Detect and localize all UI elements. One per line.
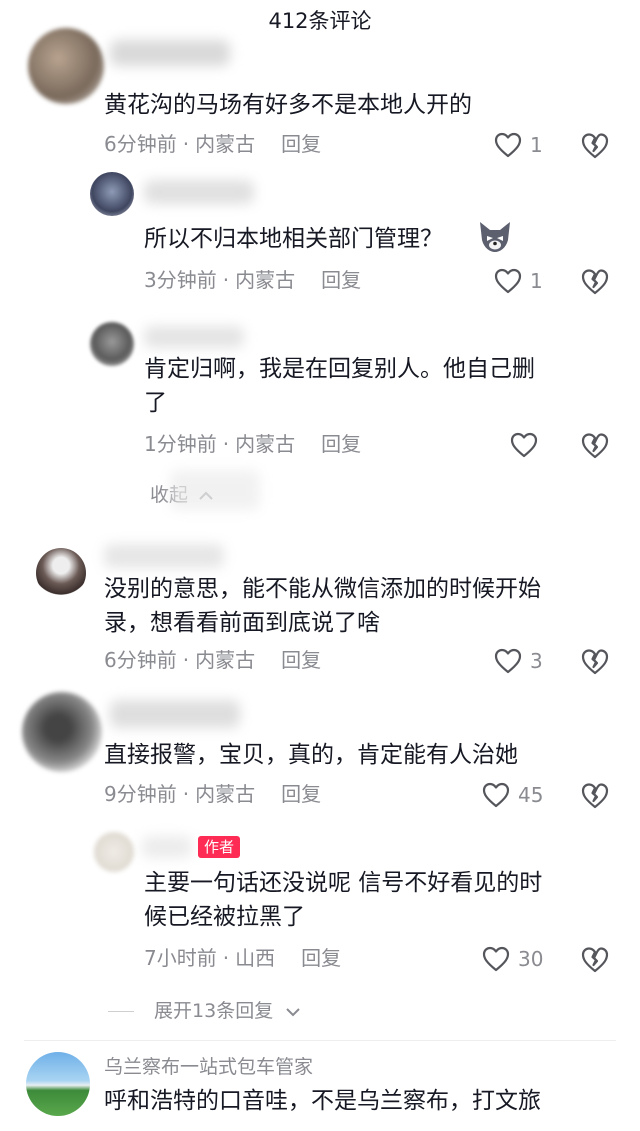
comment-time: 7小时前 [144, 946, 217, 970]
wolf-emoji-icon [476, 218, 514, 254]
avatar[interactable] [26, 1052, 90, 1116]
author-badge: 作者 [198, 836, 241, 858]
reply-button[interactable]: 回复 [281, 782, 321, 806]
comment-text-content: 所以不归本地相关部门管理？ [144, 226, 443, 252]
comment-meta: 1分钟前 · 内蒙古 回复 [144, 430, 361, 458]
comment-time: 1分钟前 [144, 432, 217, 456]
like-count: 1 [530, 269, 543, 293]
comment-location: 内蒙古 [195, 132, 256, 156]
meta-separator: · [222, 432, 230, 456]
section-divider [24, 1040, 616, 1041]
like-button[interactable]: 1 [494, 130, 543, 160]
heart-outline-icon [494, 132, 522, 158]
avatar[interactable] [90, 322, 134, 366]
comment-text[interactable]: 所以不归本地相关部门管理？ [144, 222, 443, 256]
comment-text[interactable]: 呼和浩特的口音哇，不是乌兰察布，打文旅 [104, 1084, 541, 1118]
broken-heart-icon[interactable] [580, 944, 610, 974]
broken-heart-icon[interactable] [580, 430, 610, 460]
comment-time: 3分钟前 [144, 268, 217, 292]
broken-heart-icon[interactable] [580, 266, 610, 296]
reply-button[interactable]: 回复 [321, 268, 361, 292]
username[interactable]: 乌兰察布一站式包车管家 [104, 1054, 313, 1080]
avatar[interactable] [94, 832, 134, 872]
comment-location: 山西 [235, 946, 276, 970]
author-badge-wrap: 作者 [192, 836, 241, 858]
like-button[interactable] [510, 430, 546, 460]
reply-button[interactable]: 回复 [281, 648, 321, 672]
comment-text[interactable]: 主要一句话还没说呢 信号不好看见的时 候已经被拉黑了 [144, 866, 542, 934]
like-button[interactable]: 30 [482, 944, 543, 974]
heart-outline-icon [482, 946, 510, 972]
comment-meta: 6分钟前 · 内蒙古 回复 [104, 646, 321, 674]
comment-text-line: 录，想看看前面到底说了啥 [104, 610, 380, 636]
chevron-down-icon [286, 1007, 300, 1016]
comment-text[interactable]: 直接报警，宝贝，真的，肯定能有人治她 [104, 738, 518, 772]
username-blurred[interactable] [110, 40, 230, 66]
comment-text-line: 候已经被拉黑了 [144, 904, 305, 930]
avatar[interactable] [22, 692, 102, 772]
heart-outline-icon [494, 648, 522, 674]
like-button[interactable]: 1 [494, 266, 543, 296]
comment-meta: 7小时前 · 山西 回复 [144, 944, 341, 972]
expand-replies-button[interactable]: 展开13条回复 [108, 998, 301, 1024]
meta-separator: · [182, 782, 190, 806]
heart-outline-icon [510, 432, 538, 458]
like-count: 45 [518, 783, 544, 807]
comment-text[interactable]: 黄花沟的马场有好多不是本地人开的 [104, 88, 472, 122]
heart-outline-icon [482, 782, 510, 808]
username-blurred[interactable] [104, 544, 224, 568]
like-button[interactable]: 45 [482, 780, 543, 810]
scribble-overlay [170, 470, 260, 510]
comment-location: 内蒙古 [235, 268, 296, 292]
comment-text[interactable]: 肯定归啊，我是在回复别人。他自己删 了 [144, 352, 535, 420]
comment-time: 6分钟前 [104, 648, 177, 672]
avatar[interactable] [90, 172, 134, 216]
meta-separator: · [222, 946, 230, 970]
comment-text-line: 主要一句话还没说呢 信号不好看见的时 [144, 870, 543, 896]
expand-divider-line [108, 1011, 134, 1012]
username-blurred[interactable] [144, 326, 244, 348]
comment-count-title: 412条评论 [268, 9, 372, 33]
meta-separator: · [182, 648, 190, 672]
username-blurred[interactable] [110, 700, 240, 728]
heart-outline-icon [494, 268, 522, 294]
comment-location: 内蒙古 [195, 648, 256, 672]
comment-time: 9分钟前 [104, 782, 177, 806]
comment-text[interactable]: 没别的意思，能不能从微信添加的时候开始 录，想看看前面到底说了啥 [104, 572, 541, 640]
comment-meta: 3分钟前 · 内蒙古 回复 [144, 266, 361, 294]
username-blurred[interactable] [144, 180, 254, 204]
comment-text-line: 肯定归啊，我是在回复别人。他自己删 [144, 356, 535, 382]
broken-heart-icon[interactable] [580, 130, 610, 160]
meta-separator: · [182, 132, 190, 156]
like-button[interactable]: 3 [494, 646, 543, 676]
avatar[interactable] [28, 28, 104, 104]
reply-button[interactable]: 回复 [321, 432, 361, 456]
comment-location: 内蒙古 [235, 432, 296, 456]
avatar[interactable] [36, 548, 86, 598]
reply-button[interactable]: 回复 [301, 946, 341, 970]
comment-text-line: 了 [144, 390, 167, 416]
comment-location: 内蒙古 [195, 782, 256, 806]
like-count: 30 [518, 947, 544, 971]
comment-meta: 6分钟前 · 内蒙古 回复 [104, 130, 321, 158]
broken-heart-icon[interactable] [580, 780, 610, 810]
username-blurred[interactable] [142, 836, 192, 858]
comment-meta: 9分钟前 · 内蒙古 回复 [104, 780, 321, 808]
expand-label: 展开13条回复 [154, 1000, 274, 1022]
comment-time: 6分钟前 [104, 132, 177, 156]
comment-text-line: 没别的意思，能不能从微信添加的时候开始 [104, 576, 541, 602]
broken-heart-icon[interactable] [580, 646, 610, 676]
meta-separator: · [222, 268, 230, 292]
reply-button[interactable]: 回复 [281, 132, 321, 156]
like-count: 3 [530, 649, 543, 673]
like-count: 1 [530, 133, 543, 157]
